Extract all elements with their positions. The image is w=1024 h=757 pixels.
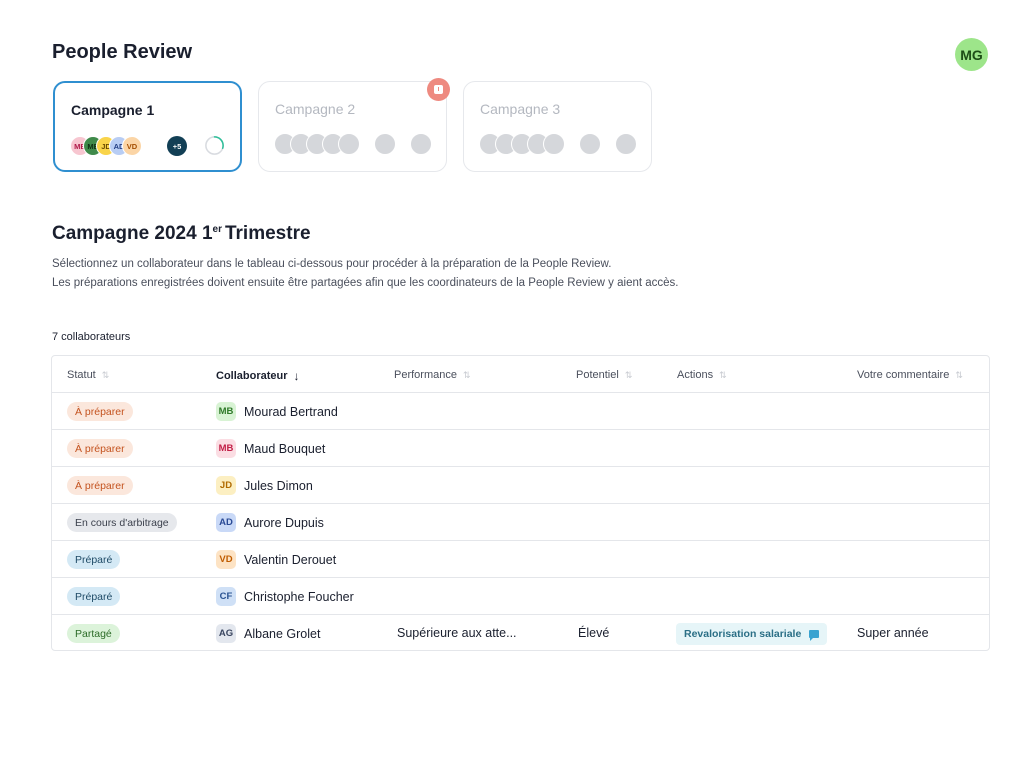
sort-down-icon: ↓	[293, 369, 300, 383]
mini-avatar: VD	[122, 136, 142, 156]
campaign-card-3[interactable]: Campagne 3	[463, 81, 652, 172]
sort-icon: ⇅	[101, 369, 110, 380]
column-header-potential[interactable]: Potentiel ⇅	[576, 369, 632, 381]
placeholder-avatar	[579, 133, 601, 155]
table-row[interactable]: À préparer JD Jules Dimon	[52, 467, 989, 504]
avatar: CF	[216, 587, 236, 606]
avatar: MB	[216, 439, 236, 458]
column-label: Potentiel	[576, 369, 619, 381]
user-avatar[interactable]: MG	[955, 38, 988, 71]
collaborator-name: Jules Dimon	[244, 478, 313, 493]
column-label: Collaborateur	[216, 370, 288, 382]
status-badge: À préparer	[67, 476, 133, 495]
column-header-comment[interactable]: Votre commentaire ⇅	[857, 369, 963, 381]
collaborator-cell: AG Albane Grolet	[216, 624, 320, 643]
column-header-collaborator[interactable]: Collaborateur ↓	[216, 369, 300, 383]
collaborator-name: Valentin Derouet	[244, 552, 337, 567]
campaign-card-2[interactable]: Campagne 2	[258, 81, 447, 172]
performance-value: Supérieure aux atte...	[397, 626, 517, 640]
section-title-sup: er	[212, 223, 222, 235]
placeholder-avatar-group	[274, 133, 432, 155]
comment-icon	[809, 630, 820, 641]
placeholder-avatar	[338, 133, 360, 155]
collaborator-cell: MB Mourad Bertrand	[216, 402, 338, 421]
sort-icon: ⇅	[955, 369, 963, 380]
alert-icon	[427, 78, 450, 101]
collaborator-cell: MB Maud Bouquet	[216, 439, 325, 458]
collaborators-table: Statut ⇅ Collaborateur ↓ Performance ⇅ Pote…	[51, 355, 990, 651]
column-label: Performance	[394, 369, 457, 381]
table-row[interactable]: À préparer MB Mourad Bertrand	[52, 393, 989, 430]
column-header-performance[interactable]: Performance ⇅	[394, 369, 471, 381]
avatar: AD	[216, 513, 236, 532]
comment-value: Super année	[857, 626, 929, 640]
table-row[interactable]: Partagé AG Albane Grolet Supérieure aux att…	[52, 615, 989, 652]
collaborator-cell: CF Christophe Foucher	[216, 587, 354, 606]
collaborator-count: 7 collaborateurs	[52, 331, 131, 343]
table-row[interactable]: À préparer MB Maud Bouquet	[52, 430, 989, 467]
section-title: Campagne 2024 1er Trimestre	[52, 223, 311, 245]
avatar: VD	[216, 550, 236, 569]
status-badge: Partagé	[67, 624, 120, 643]
campaign-avatar-stack: MB ME JD AD VD	[70, 136, 142, 156]
placeholder-avatar	[543, 133, 565, 155]
more-participants-badge: +5	[167, 136, 187, 156]
app-title: People Review	[52, 41, 193, 63]
sort-icon: ⇅	[624, 369, 633, 380]
collaborator-cell: JD Jules Dimon	[216, 476, 313, 495]
collaborator-cell: VD Valentin Derouet	[216, 550, 336, 569]
status-badge: À préparer	[67, 439, 133, 458]
campaign-card-1[interactable]: Campagne 1 MB ME JD AD VD +5	[53, 81, 242, 172]
collaborator-name: Aurore Dupuis	[244, 515, 324, 530]
status-badge: À préparer	[67, 402, 133, 421]
column-label: Actions	[677, 369, 714, 381]
collaborator-name: Christophe Foucher	[244, 589, 354, 604]
status-badge: Préparé	[67, 587, 121, 606]
avatar: AG	[216, 624, 236, 643]
status-badge: Préparé	[67, 550, 121, 569]
campaign-card-title: Campagne 1	[71, 102, 155, 118]
collaborator-name: Albane Grolet	[244, 626, 321, 641]
description-line-1: Sélectionnez un collaborateur dans le ta…	[52, 258, 612, 270]
action-tag[interactable]: Revalorisation salariale	[676, 623, 828, 645]
placeholder-avatar	[410, 133, 432, 155]
column-header-status[interactable]: Statut ⇅	[67, 369, 109, 381]
table-row[interactable]: Préparé VD Valentin Derouet	[52, 541, 989, 578]
section-title-main: Campagne 2024 1	[52, 223, 213, 244]
column-label: Statut	[67, 369, 96, 381]
sort-icon: ⇅	[462, 369, 471, 380]
campaign-card-title: Campagne 2	[275, 101, 356, 117]
placeholder-avatar	[374, 133, 396, 155]
column-header-actions[interactable]: Actions ⇅	[677, 369, 727, 381]
column-label: Votre commentaire	[857, 369, 950, 381]
table-row[interactable]: Préparé CF Christophe Foucher	[52, 578, 989, 615]
placeholder-avatar-group	[479, 133, 637, 155]
status-badge: En cours d'arbitrage	[67, 513, 177, 532]
collaborator-cell: AD Aurore Dupuis	[216, 513, 324, 532]
collaborator-name: Maud Bouquet	[244, 441, 326, 456]
table-row[interactable]: En cours d'arbitrage AD Aurore Dupuis	[52, 504, 989, 541]
avatar: MB	[216, 402, 236, 421]
collaborator-name: Mourad Bertrand	[244, 404, 338, 419]
section-title-rest: Trimestre	[224, 223, 311, 244]
action-label: Revalorisation salariale	[684, 628, 802, 640]
table-header: Statut ⇅ Collaborateur ↓ Performance ⇅ Pote…	[52, 356, 989, 393]
sort-icon: ⇅	[719, 369, 727, 380]
avatar: JD	[216, 476, 236, 495]
potential-value: Élevé	[578, 626, 610, 640]
campaign-card-title: Campagne 3	[480, 101, 561, 117]
description-line-2: Les préparations enregistrées doivent en…	[52, 277, 679, 289]
placeholder-avatar	[615, 133, 637, 155]
progress-ring-icon	[205, 136, 224, 155]
